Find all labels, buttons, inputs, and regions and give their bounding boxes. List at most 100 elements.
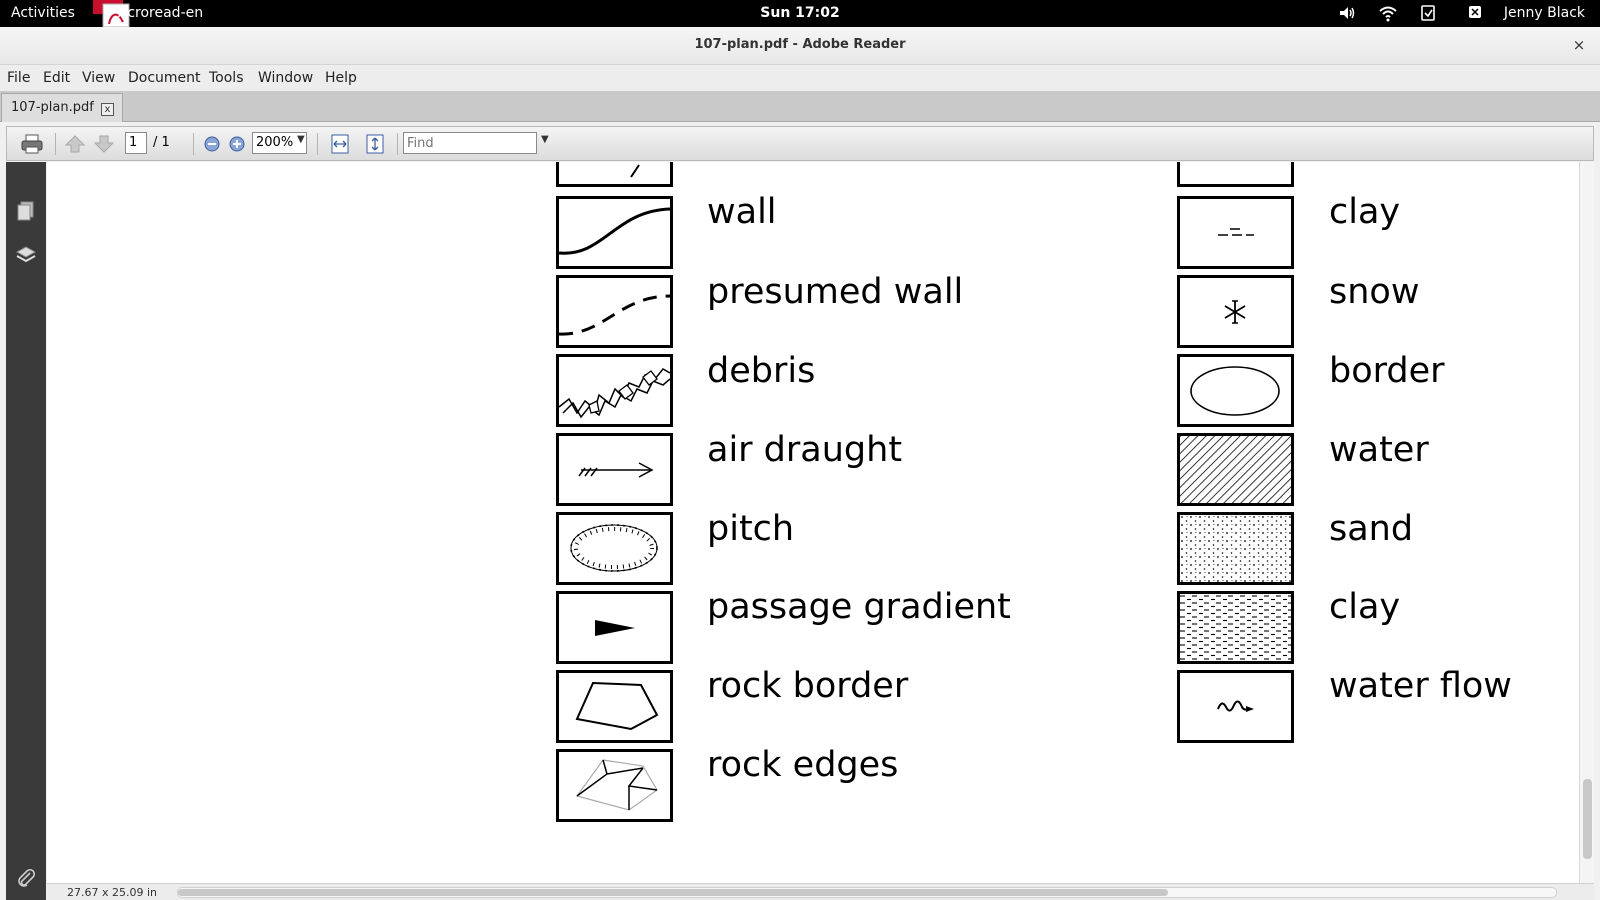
pages-panel-icon[interactable] [15,200,37,222]
title-bar[interactable]: 107-plan.pdf - Adobe Reader × [0,27,1600,65]
air-draught-arrow-icon [578,462,654,478]
legend-label-clay: clay [1329,192,1401,232]
layers-panel-icon[interactable] [15,244,37,266]
notification-icon[interactable] [1419,4,1437,22]
clock-label[interactable]: Sun 17:02 [760,5,839,21]
chevron-down-icon[interactable]: ▼ [541,134,549,145]
document-view[interactable]: wall presumed wall debris air draught pi… [47,162,1579,883]
partial-symbol-icon [630,164,640,178]
pitch-ellipse-icon [570,524,658,572]
user-icon[interactable] [1468,5,1482,19]
user-menu[interactable]: Jenny Black [1504,5,1585,21]
clay-dash-icon [1218,228,1254,236]
menu-window[interactable]: Window [258,70,313,86]
legend-symbol-border [1177,354,1294,427]
gradient-triangle-icon [595,620,635,636]
page-total: / 1 [153,135,170,150]
app-name: Acroread-en [118,5,204,21]
legend-symbol-clay [1177,196,1294,269]
legend-label-border: border [1329,351,1445,391]
legend-label-snow: snow [1329,272,1420,312]
menu-file[interactable]: File [7,70,30,86]
zoom-out-icon[interactable] [199,132,225,156]
window-title: 107-plan.pdf - Adobe Reader [694,37,906,52]
volume-icon[interactable] [1338,4,1356,22]
find-input[interactable] [403,132,537,154]
toolbar-separator [397,133,398,155]
legend-label-pitch: pitch [707,509,795,549]
legend-label-air-draught: air draught [707,430,903,470]
sand-dots-icon [1180,515,1291,582]
legend-symbol-sand [1177,512,1294,585]
legend-symbol-water [1177,433,1294,506]
tab-close-button[interactable]: x [101,103,114,116]
menu-help[interactable]: Help [325,70,357,86]
adobe-reader-window: 107-plan.pdf - Adobe Reader × File Edit … [0,27,1600,900]
toolbar-separator [317,133,318,155]
legend-label-wall: wall [707,192,777,232]
toolbar: 1 / 1 200% ▼ ▼ [6,126,1594,161]
legend-symbol-snow [1177,275,1294,348]
legend-label-debris: debris [707,351,816,391]
water-flow-icon [1217,700,1254,712]
print-icon[interactable] [19,132,45,156]
activities-button[interactable]: Activities [11,5,75,21]
legend-symbol-rock-border [556,670,673,743]
zoom-in-icon[interactable] [224,132,250,156]
page-number-input[interactable]: 1 [125,132,147,154]
legend-symbol-air-draught [556,433,673,506]
rock-border-polygon-icon [575,681,659,731]
menu-bar: File Edit View Document Tools Window Hel… [0,65,1600,91]
menu-edit[interactable]: Edit [43,70,70,86]
gnome-top-bar: Activities Acroread-en Sun 17:02 Jenny B… [0,0,1600,27]
menu-view[interactable]: View [82,70,115,86]
tab-label: 107-plan.pdf [11,100,94,115]
legend-symbol-box [556,162,673,187]
navigation-sidebar [6,162,46,900]
debris-icon [559,368,670,419]
legend-label-rock-edges: rock edges [707,745,899,785]
wall-curve-icon [559,207,670,255]
water-hatch-icon [1180,436,1291,503]
next-page-icon[interactable] [91,132,117,156]
toolbar-separator [193,133,194,155]
legend-symbol-clay-pattern [1177,591,1294,664]
legend-symbol-debris [556,354,673,427]
vertical-scrollbar-thumb[interactable] [1583,779,1592,859]
legend-symbol-pitch [556,512,673,585]
wifi-icon[interactable] [1379,4,1397,22]
toolbar-separator [55,133,56,155]
legend-label-sand: sand [1329,509,1414,549]
legend-label-presumed-wall: presumed wall [707,272,964,312]
border-ellipse-icon [1190,366,1280,416]
legend-label-water-flow: water flow [1329,666,1512,706]
snowflake-icon [1224,300,1246,324]
legend-symbol-rock-edges [556,749,673,822]
attachment-icon[interactable] [15,867,37,889]
clay-pattern-icon [1180,594,1291,661]
fit-page-icon[interactable] [362,132,388,156]
clock: Sun 17:02 [0,5,1600,21]
legend-symbol-presumed-wall [556,275,673,348]
tab-107-plan[interactable]: 107-plan.pdf x [1,93,123,122]
menu-tools[interactable]: Tools [209,70,244,86]
legend-label-rock-border: rock border [707,666,909,706]
tab-bar: 107-plan.pdf x [0,91,1600,122]
vertical-scrollbar[interactable] [1579,162,1594,883]
horizontal-scrollbar-thumb[interactable] [178,889,1168,896]
legend-label-passage-gradient: passage gradient [707,587,1011,627]
window-close-button[interactable]: × [1570,36,1588,54]
menu-document[interactable]: Document [128,70,201,86]
legend-label-clay-2: clay [1329,587,1401,627]
fit-width-icon[interactable] [327,132,353,156]
chevron-down-icon[interactable]: ▼ [297,134,305,145]
legend-symbol-box [1177,162,1294,187]
previous-page-icon[interactable] [62,132,88,156]
dashed-wall-icon [559,294,670,336]
status-bar: 27.67 x 25.09 in [47,883,1594,900]
legend-symbol-passage-gradient [556,591,673,664]
legend-symbol-wall [556,196,673,269]
document-size: 27.67 x 25.09 in [67,886,158,899]
horizontal-scrollbar[interactable] [177,887,1557,898]
legend-label-water: water [1329,430,1429,470]
